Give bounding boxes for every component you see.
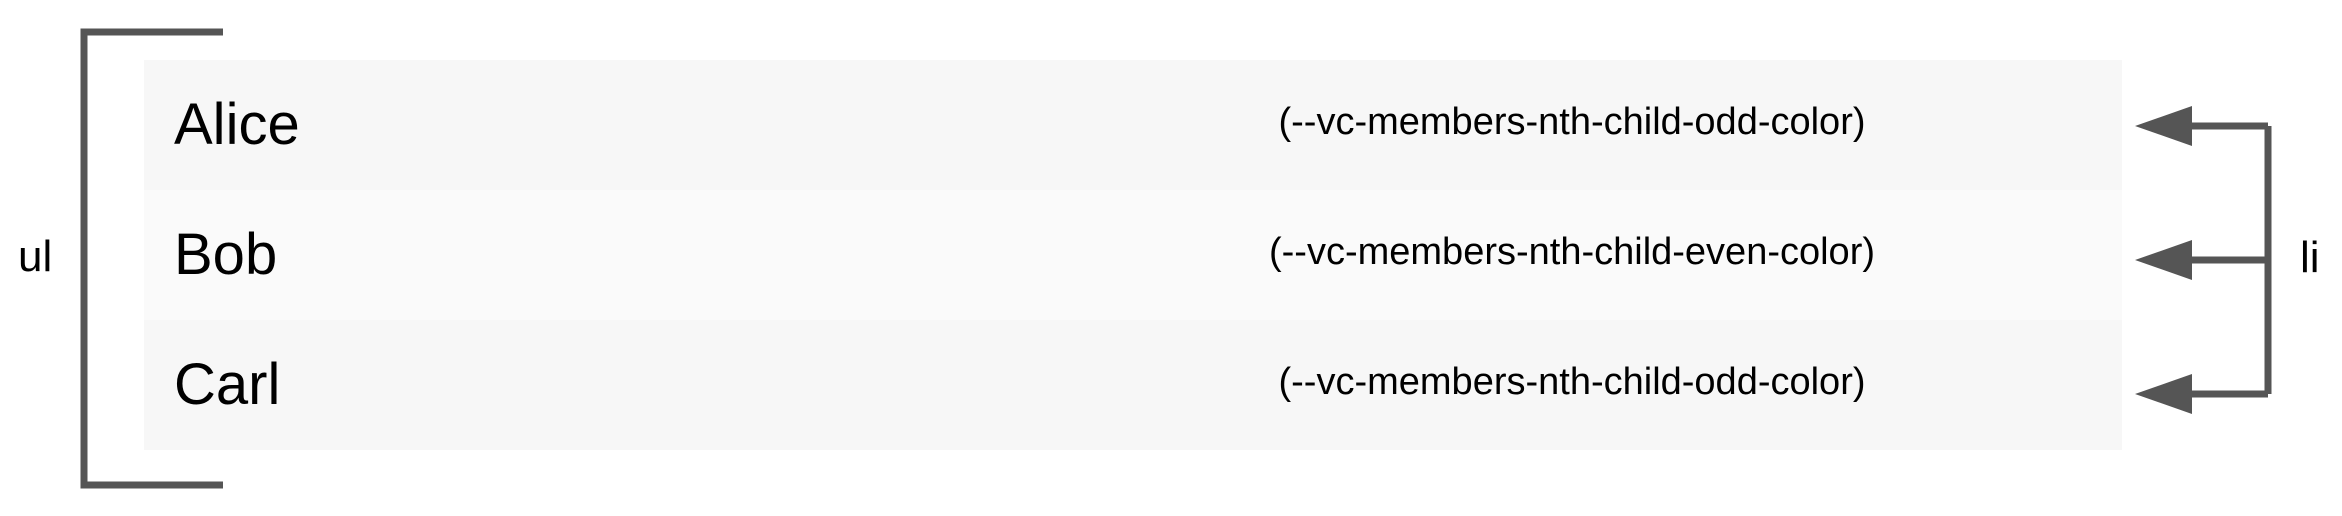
li-arrow-3	[2135, 374, 2268, 414]
nth-child-list-diagram: Alice (--vc-members-nth-child-odd-color)…	[0, 0, 2342, 516]
list-item: Alice (--vc-members-nth-child-odd-color)	[144, 60, 2122, 190]
list-item: Carl (--vc-members-nth-child-odd-color)	[144, 320, 2122, 450]
list-item-variable: (--vc-members-nth-child-odd-color)	[1278, 101, 1866, 143]
li-arrow-1	[2135, 106, 2268, 146]
li-label: li	[2300, 233, 2320, 282]
list-item-name: Bob	[174, 222, 278, 287]
li-arrow-2	[2135, 240, 2268, 280]
list-item-name: Carl	[174, 352, 281, 417]
list-item-name: Alice	[174, 92, 300, 157]
list-item-variable: (--vc-members-nth-child-even-color)	[1269, 231, 1875, 273]
ul-label: ul	[18, 232, 53, 281]
list-item-variable: (--vc-members-nth-child-odd-color)	[1278, 361, 1866, 403]
list-item: Bob (--vc-members-nth-child-even-color)	[144, 190, 2122, 320]
